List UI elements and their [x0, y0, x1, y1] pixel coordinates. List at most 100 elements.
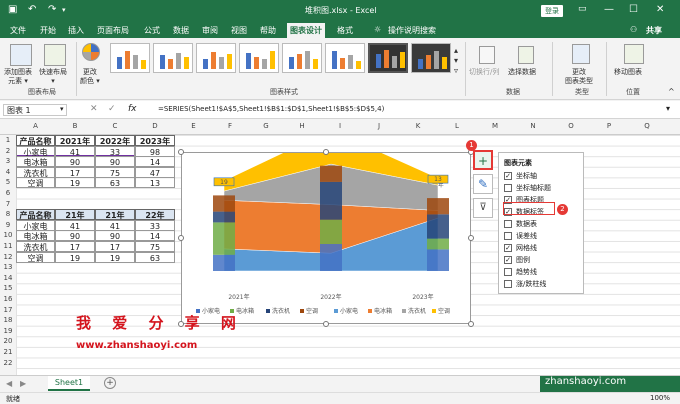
chart-resize-handle[interactable]: [468, 321, 474, 327]
table-cell[interactable]: 13: [135, 177, 175, 189]
select-data-icon[interactable]: [518, 46, 534, 64]
chart-resize-handle[interactable]: [323, 149, 329, 155]
column-header[interactable]: P: [590, 122, 628, 130]
row-header[interactable]: 10: [0, 230, 16, 241]
tab-review[interactable]: 审阅: [202, 25, 218, 36]
panel-item[interactable]: 涨/跌柱线: [504, 279, 546, 289]
panel-item[interactable]: ✓ 坐标轴: [504, 171, 537, 181]
chart-resize-handle[interactable]: [178, 149, 184, 155]
row-header[interactable]: 15: [0, 283, 16, 294]
table-cell[interactable]: 33: [135, 219, 175, 231]
checkbox[interactable]: [504, 232, 512, 240]
table-cell[interactable]: 90: [55, 230, 95, 242]
chart-elements-button[interactable]: +: [473, 150, 493, 170]
tab-page-layout[interactable]: 页面布局: [97, 25, 129, 36]
column-header[interactable]: D: [135, 122, 175, 130]
row-header[interactable]: 7: [0, 199, 16, 210]
row-header[interactable]: 8: [0, 209, 16, 220]
table-cell[interactable]: 19: [55, 251, 95, 263]
undo-icon[interactable]: ↶: [28, 4, 36, 15]
row-header[interactable]: 22: [0, 358, 16, 369]
row-header[interactable]: 21: [0, 347, 16, 358]
chart-style-6[interactable]: [325, 43, 365, 73]
name-box[interactable]: 图表 1: [3, 104, 67, 116]
checkbox[interactable]: ✓: [504, 256, 512, 264]
add-chart-element-icon[interactable]: [10, 44, 32, 66]
table-cell[interactable]: 98: [135, 145, 175, 157]
share-button[interactable]: 共享: [646, 25, 662, 36]
checkbox[interactable]: [504, 280, 512, 288]
column-header[interactable]: J: [360, 122, 398, 130]
change-colors-button[interactable]: 更改 颜色 ▾: [80, 68, 100, 86]
table-cell[interactable]: 47: [135, 166, 175, 178]
formula-text[interactable]: =SERIES(Sheet1!$A$5,Sheet1!$B$1:$D$1,She…: [158, 105, 384, 113]
row-header[interactable]: 18: [0, 315, 16, 326]
change-chart-type-button[interactable]: 更改 图表类型: [565, 68, 593, 86]
column-header[interactable]: M: [476, 122, 514, 130]
save-icon[interactable]: ▣: [8, 4, 17, 15]
table-header-cell[interactable]: 产品名称: [16, 135, 55, 146]
styles-scroll-down-icon[interactable]: ▾: [454, 56, 458, 65]
table-header-cell[interactable]: 21年: [55, 209, 95, 221]
chart-style-4[interactable]: [239, 43, 279, 73]
table-cell[interactable]: 63: [135, 251, 175, 263]
chart-resize-handle[interactable]: [178, 235, 184, 241]
add-chart-element-button[interactable]: 添加图表 元素 ▾: [4, 68, 32, 86]
table-header-cell[interactable]: 2021年: [55, 135, 95, 146]
expand-formula-icon[interactable]: ▾: [666, 104, 670, 113]
table-cell[interactable]: 小家电: [16, 219, 55, 231]
quick-access-dropdown-icon[interactable]: ▾: [62, 6, 66, 14]
table-cell[interactable]: 洗衣机: [16, 241, 55, 252]
table-cell[interactable]: 90: [95, 156, 135, 168]
quick-layout-icon[interactable]: [44, 44, 66, 66]
chart-resize-handle[interactable]: [323, 321, 329, 327]
cancel-icon[interactable]: ✕: [90, 104, 98, 114]
table-cell[interactable]: 41: [55, 145, 95, 157]
chart-resize-handle[interactable]: [468, 235, 474, 241]
insert-function-icon[interactable]: fx: [128, 104, 137, 114]
column-header[interactable]: A: [16, 122, 55, 130]
table-cell[interactable]: 17: [55, 166, 95, 178]
row-header[interactable]: 2: [0, 146, 16, 157]
row-header[interactable]: 17: [0, 305, 16, 316]
row-header[interactable]: 3: [0, 156, 16, 167]
column-header[interactable]: H: [284, 122, 320, 130]
close-icon[interactable]: ✕: [656, 4, 664, 15]
row-header[interactable]: 20: [0, 336, 16, 347]
row-header[interactable]: 19: [0, 326, 16, 337]
panel-item[interactable]: ✓ 网格线: [504, 243, 537, 253]
minimize-icon[interactable]: —: [604, 4, 614, 15]
styles-more-icon[interactable]: ▿: [454, 66, 458, 75]
table-cell[interactable]: 17: [55, 241, 95, 252]
change-colors-icon[interactable]: [82, 43, 100, 61]
column-header[interactable]: O: [552, 122, 590, 130]
row-header[interactable]: 14: [0, 273, 16, 284]
panel-item[interactable]: 数据表: [504, 219, 537, 229]
styles-scroll-up-icon[interactable]: ▴: [454, 46, 458, 55]
move-chart-icon[interactable]: [624, 44, 644, 64]
table-cell[interactable]: 33: [95, 145, 135, 157]
tab-help[interactable]: 帮助: [260, 25, 276, 36]
zoom-level[interactable]: 100%: [650, 394, 670, 402]
row-header[interactable]: 9: [0, 220, 16, 231]
tab-insert[interactable]: 插入: [68, 25, 84, 36]
ribbon-display-icon[interactable]: ▭: [578, 4, 587, 14]
quick-layout-button[interactable]: 快速布局 ▾: [39, 68, 67, 86]
chart-styles-brush-icon[interactable]: ✎: [473, 174, 493, 194]
table-cell[interactable]: 电冰箱: [16, 230, 55, 242]
checkbox[interactable]: ✓: [504, 244, 512, 252]
column-header[interactable]: K: [398, 122, 438, 130]
enter-icon[interactable]: ✓: [108, 104, 116, 114]
panel-item[interactable]: 误差线: [504, 231, 537, 241]
table-cell[interactable]: 41: [55, 219, 95, 231]
name-box-dropdown-icon[interactable]: ▾: [60, 105, 64, 113]
table-cell[interactable]: 90: [55, 156, 95, 168]
panel-item[interactable]: ✓ 图例: [504, 255, 530, 265]
table-cell[interactable]: 90: [95, 230, 135, 242]
sheet-next-icon[interactable]: ▶: [20, 379, 26, 388]
row-header[interactable]: 16: [0, 294, 16, 305]
row-header[interactable]: 11: [0, 241, 16, 252]
tell-me-search[interactable]: 操作说明搜索: [388, 25, 436, 36]
redo-icon[interactable]: ↷: [48, 4, 56, 15]
table-cell[interactable]: 空调: [16, 177, 55, 189]
